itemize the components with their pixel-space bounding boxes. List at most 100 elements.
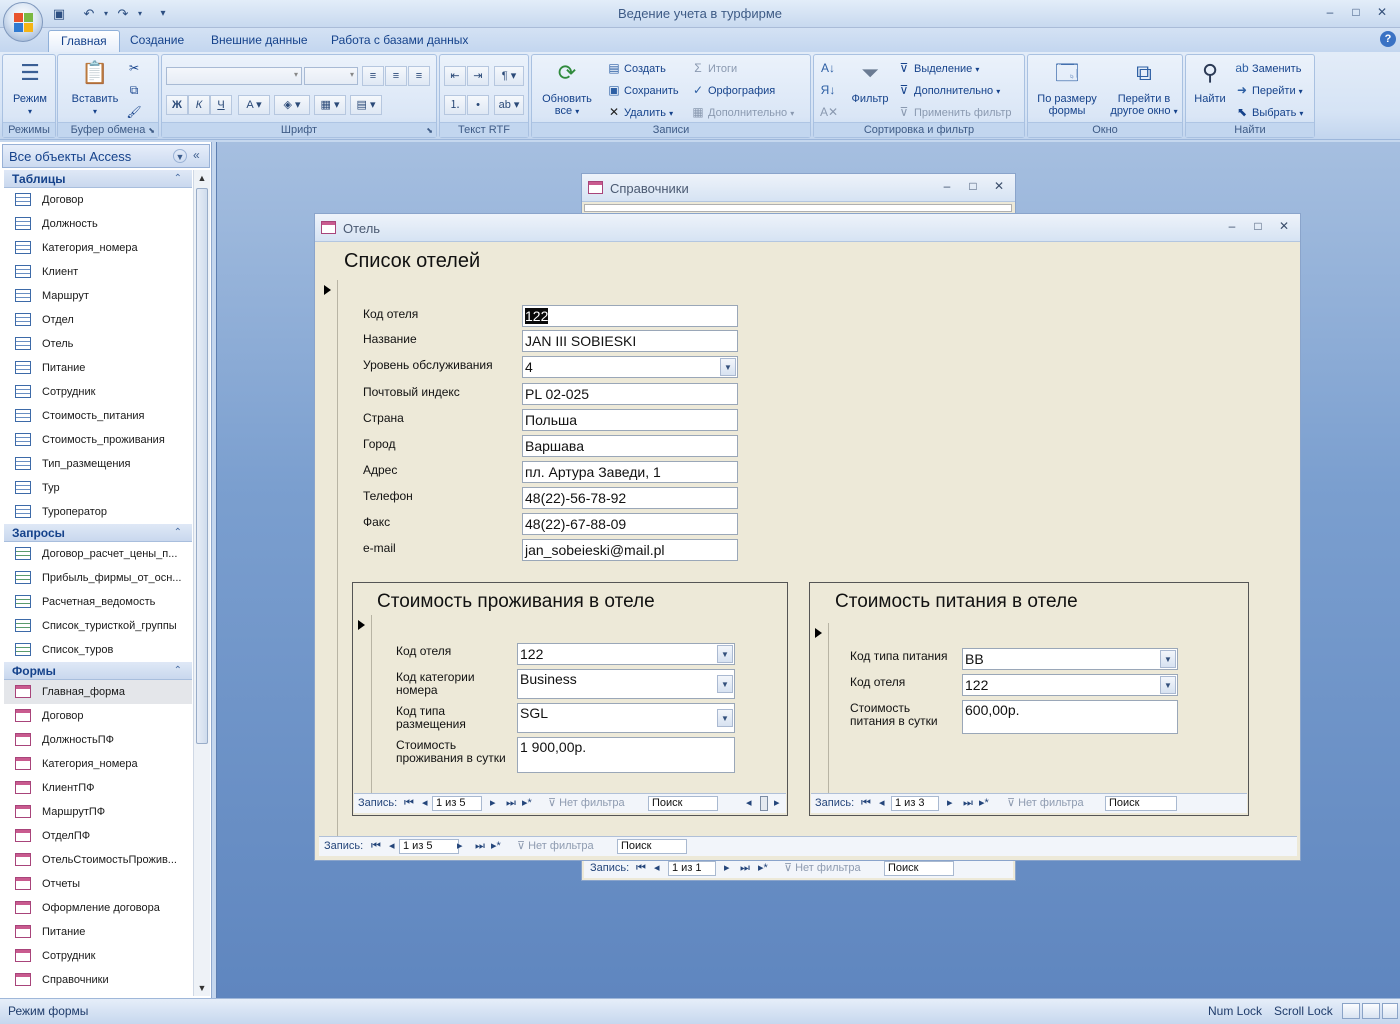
filter-button[interactable]: ⏷ Фильтр [846, 57, 894, 106]
font-name-select[interactable]: ▾ [166, 67, 302, 85]
chevron-down-icon[interactable]: ▼ [720, 358, 736, 376]
current-record-box[interactable]: 1 из 3 [891, 796, 939, 811]
scroll-thumb[interactable] [196, 188, 208, 744]
nav-item[interactable]: ДолжностьПФ [4, 728, 192, 752]
nav-pane-header[interactable]: Все объекты Access ▼ « [2, 144, 210, 168]
last-record-icon[interactable]: ⏭ [475, 837, 485, 856]
hotel-window[interactable]: Отель – □ ✕ Список отелей Код отеля 122 На… [314, 213, 1301, 861]
nav-item[interactable]: Тип_размещения [4, 452, 192, 476]
chevron-down-icon[interactable]: ▼ [1160, 650, 1176, 668]
scroll-up-icon[interactable]: ▲ [194, 170, 210, 186]
hotel-field-input[interactable]: Варшава [522, 435, 738, 457]
nav-item[interactable]: Отель [4, 332, 192, 356]
close-icon[interactable]: ✕ [991, 179, 1007, 193]
clear-sort-icon[interactable]: A✕ [820, 103, 838, 121]
search-box[interactable]: Поиск [648, 796, 718, 811]
sort-ascending-icon[interactable]: A↓ [820, 59, 838, 77]
current-record-box[interactable]: 1 из 5 [399, 839, 459, 854]
nav-item[interactable]: Договор [4, 704, 192, 728]
switch-window-button[interactable]: ⧉ Перейти в другое окно ▾ [1106, 57, 1182, 118]
goto-button[interactable]: ➜ Перейти ▾ [1234, 81, 1303, 99]
living-record-selector[interactable] [354, 615, 372, 793]
bullets-icon[interactable]: • [467, 95, 489, 115]
living-combo[interactable]: Business ▼ [517, 669, 735, 699]
refresh-all-button[interactable]: ⟳ Обновить все ▾ [536, 57, 598, 118]
service-level-combo[interactable]: 4 ▼ [522, 356, 738, 378]
nav-item[interactable]: Клиент [4, 260, 192, 284]
nav-item[interactable]: Сотрудник [4, 944, 192, 968]
apply-filter-button[interactable]: ⊽ Применить фильтр [896, 103, 1012, 121]
hotel-field-input[interactable]: пл. Артура Заведи, 1 [522, 461, 738, 483]
spelling-button[interactable]: ✓ Орфография [690, 81, 775, 99]
delete-record-button[interactable]: ✕ Удалить ▾ [606, 103, 673, 121]
no-filter-button[interactable]: ⊽ Нет фильтра [1007, 794, 1084, 813]
tab-create[interactable]: Создание [118, 30, 196, 52]
font-color-icon[interactable]: A ▾ [238, 95, 270, 115]
office-button[interactable] [3, 2, 43, 42]
hotel-field-input[interactable]: 122 [522, 305, 738, 327]
form-view-icon[interactable] [1342, 1003, 1360, 1019]
tab-home[interactable]: Главная [48, 30, 120, 52]
design-view-icon[interactable] [1382, 1003, 1398, 1019]
record-selector[interactable] [320, 280, 338, 836]
prev-record-icon[interactable]: ◂ [654, 859, 660, 878]
nav-item[interactable]: Маршрут [4, 284, 192, 308]
layout-view-icon[interactable] [1362, 1003, 1380, 1019]
alternate-fill-icon[interactable]: ▤ ▾ [350, 95, 382, 115]
nav-item[interactable]: Отчеты [4, 872, 192, 896]
food-combo[interactable]: BB ▼ [962, 648, 1178, 670]
living-combo[interactable]: 122 ▼ [517, 643, 735, 665]
hotel-field-input[interactable]: JAN III SOBIESKI [522, 330, 738, 352]
records-more-button[interactable]: ▦ Дополнительно ▾ [690, 103, 794, 121]
first-record-icon[interactable]: ⏮ [404, 794, 414, 813]
next-record-icon[interactable]: ▸ [724, 859, 730, 878]
prev-record-icon[interactable]: ◂ [422, 794, 428, 813]
new-record-icon[interactable]: ▸* [979, 794, 989, 813]
search-box[interactable]: Поиск [617, 839, 687, 854]
nav-item[interactable]: Туроператор [4, 500, 192, 524]
current-record-box[interactable]: 1 из 1 [668, 861, 716, 876]
nav-item[interactable]: Питание [4, 920, 192, 944]
prev-record-icon[interactable]: ◂ [879, 794, 885, 813]
scroll-down-icon[interactable]: ▼ [194, 980, 210, 996]
search-box[interactable]: Поиск [884, 861, 954, 876]
nav-item[interactable]: Стоимость_питания [4, 404, 192, 428]
nav-item[interactable]: Отдел [4, 308, 192, 332]
nav-item[interactable]: Оформление договора [4, 896, 192, 920]
collapse-section-icon[interactable]: ⌃ [174, 170, 182, 188]
format-painter-icon[interactable]: 🖌 [126, 103, 144, 121]
nav-section-header[interactable]: Таблицы ⌃ [4, 170, 192, 188]
food-combo[interactable]: 122 ▼ [962, 674, 1178, 696]
italic-icon[interactable]: К [188, 95, 210, 115]
fill-color-icon[interactable]: ◈ ▾ [274, 95, 310, 115]
nav-item[interactable]: Прибыль_фирмы_от_осн... [4, 566, 192, 590]
new-record-button[interactable]: ▤ Создать [606, 59, 665, 77]
last-record-icon[interactable]: ⏭ [963, 794, 973, 813]
decrease-indent-icon[interactable]: ⇤ [444, 66, 466, 86]
font-size-select[interactable]: ▾ [304, 67, 358, 85]
maximize-icon[interactable]: □ [965, 179, 981, 193]
search-box[interactable]: Поиск [1105, 796, 1177, 811]
new-record-icon[interactable]: ▸* [522, 794, 532, 813]
copy-icon[interactable]: ⧉ [126, 81, 144, 99]
maximize-button[interactable]: □ [1346, 4, 1366, 20]
reference-window-titlebar[interactable]: Справочники – □ ✕ [582, 174, 1015, 202]
current-record-box[interactable]: 1 из 5 [432, 796, 482, 811]
maximize-icon[interactable]: □ [1250, 219, 1266, 233]
hscroll-thumb[interactable] [760, 796, 768, 811]
first-record-icon[interactable]: ⏮ [371, 837, 381, 856]
hotel-field-input[interactable]: Польша [522, 409, 738, 431]
new-record-icon[interactable]: ▸* [491, 837, 501, 856]
nav-item[interactable]: ОтельСтоимостьПрожив... [4, 848, 192, 872]
sort-descending-icon[interactable]: Я↓ [820, 81, 838, 99]
last-record-icon[interactable]: ⏭ [740, 859, 750, 878]
align-left-icon[interactable]: ≡ [362, 66, 384, 86]
align-right-icon[interactable]: ≡ [408, 66, 430, 86]
selection-button[interactable]: ⊽ Выделение ▾ [896, 59, 980, 77]
nav-item[interactable]: Должность [4, 212, 192, 236]
hotel-field-input[interactable]: 48(22)-56-78-92 [522, 487, 738, 509]
hotel-field-input[interactable]: PL 02-025 [522, 383, 738, 405]
tab-external-data[interactable]: Внешние данные [199, 30, 320, 52]
totals-button[interactable]: Σ Итоги [690, 59, 737, 77]
minimize-button[interactable]: – [1320, 4, 1340, 20]
